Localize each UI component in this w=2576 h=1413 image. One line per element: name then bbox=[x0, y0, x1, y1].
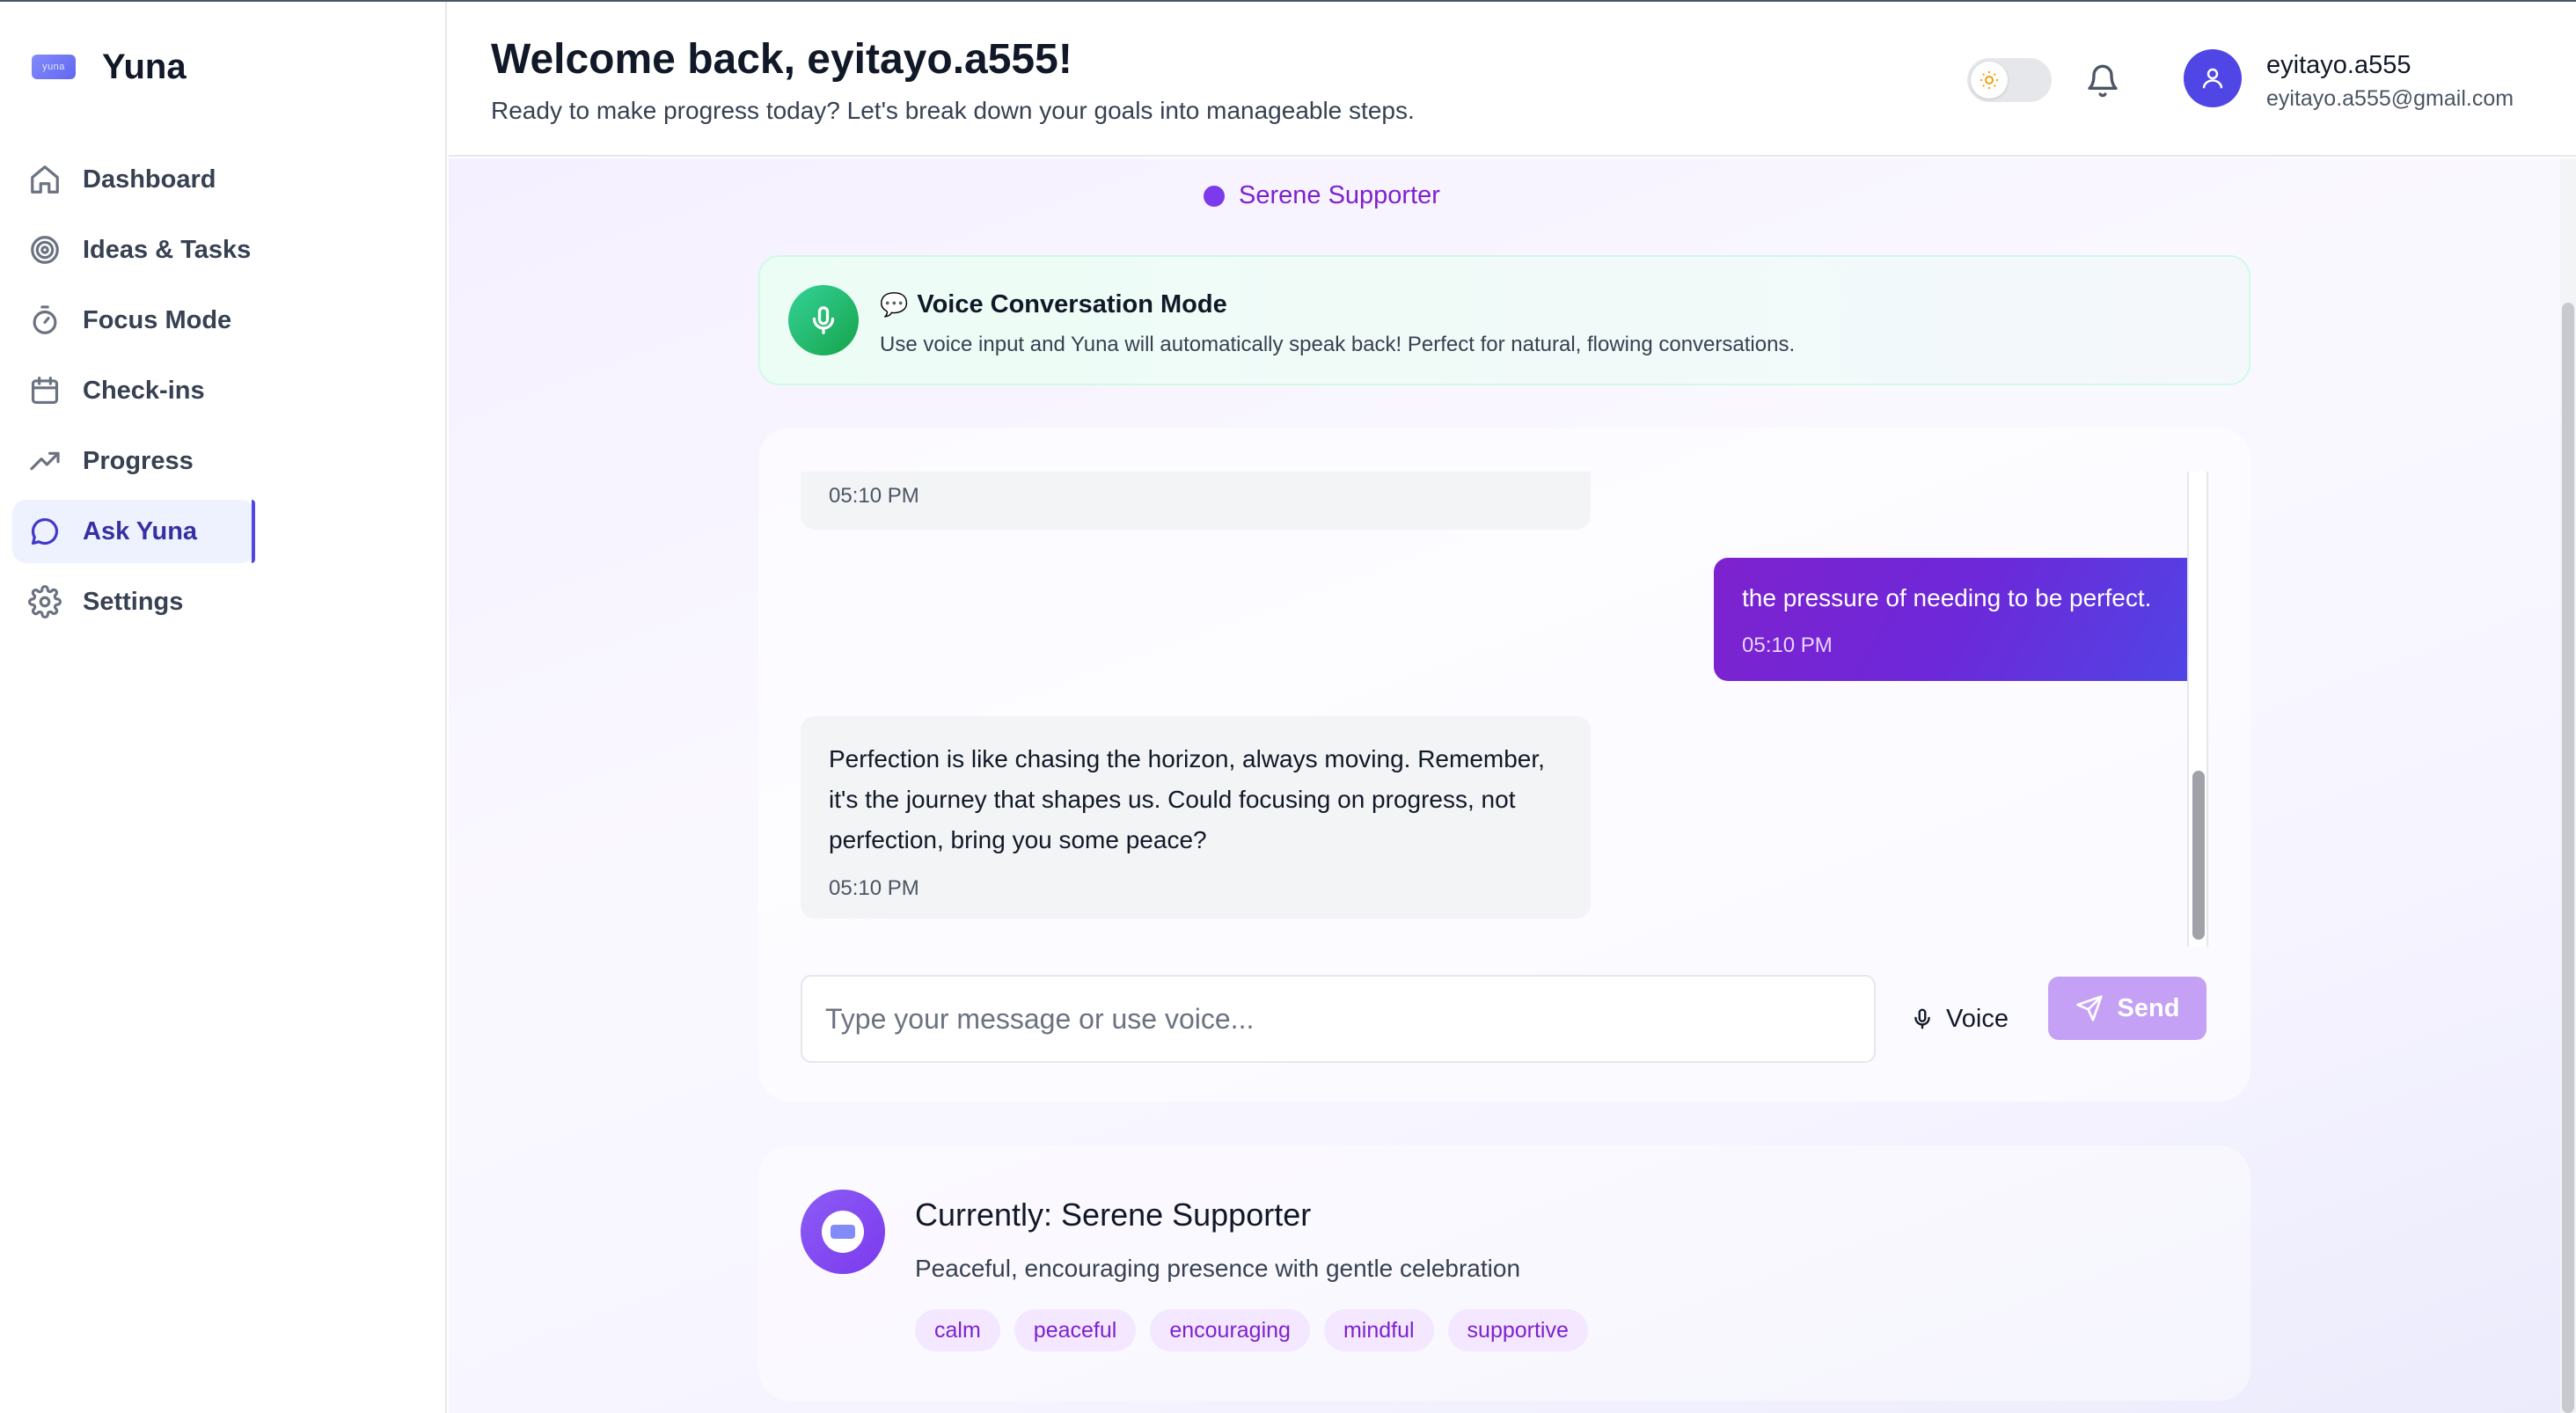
chat-messages[interactable]: 05:10 PM the pressure of needing to be p… bbox=[801, 472, 2191, 947]
voice-button-label: Voice bbox=[1946, 1004, 2009, 1033]
sidebar-item-label: Focus Mode bbox=[83, 305, 232, 334]
assistant-message: Perfection is like chasing the horizon, … bbox=[801, 716, 1591, 919]
message-time: 05:10 PM bbox=[1742, 633, 1833, 657]
current-persona-card: Currently: Serene Supporter Peaceful, en… bbox=[758, 1146, 2250, 1401]
sidebar-item-progress[interactable]: Progress bbox=[12, 429, 255, 493]
persona-label: Serene Supporter bbox=[1239, 181, 1440, 209]
sidebar-item-ask-yuna[interactable]: Ask Yuna bbox=[12, 500, 255, 563]
voice-mode-title: 💬 Voice Conversation Mode bbox=[880, 290, 1227, 319]
timer-icon bbox=[33, 305, 57, 334]
sidebar-item-label: Settings bbox=[83, 587, 184, 616]
main-content: Serene Supporter 💬 Voice Conversation Mo… bbox=[449, 158, 2576, 1413]
bell-icon bbox=[2088, 64, 2118, 98]
sidebar-item-label: Progress bbox=[83, 446, 194, 475]
persona-avatar bbox=[801, 1190, 885, 1274]
persona-tag: peaceful bbox=[1014, 1309, 1137, 1351]
yuna-logo-icon bbox=[831, 1225, 855, 1239]
persona-tags: calm peaceful encouraging mindful suppor… bbox=[915, 1309, 1602, 1351]
gear-icon bbox=[28, 585, 62, 619]
sidebar: yuna Yuna Dashboard Ideas & Tasks Focus … bbox=[0, 2, 447, 1413]
brand-name: Yuna bbox=[102, 47, 187, 86]
sidebar-item-label: Ask Yuna bbox=[83, 516, 198, 545]
send-icon bbox=[2075, 995, 2103, 1021]
message-input[interactable] bbox=[801, 975, 1876, 1063]
user-icon bbox=[2202, 68, 2223, 89]
user-email: eyitayo.a555@gmail.com bbox=[2266, 86, 2514, 111]
send-button-label: Send bbox=[2117, 993, 2180, 1022]
page-scrollbar[interactable] bbox=[2560, 158, 2576, 1413]
sidebar-nav: Dashboard Ideas & Tasks Focus Mode Check… bbox=[12, 148, 435, 641]
sidebar-item-dashboard[interactable]: Dashboard bbox=[12, 148, 255, 211]
chat-scrollbar[interactable] bbox=[2187, 472, 2208, 947]
trending-up-icon bbox=[30, 451, 60, 471]
sidebar-item-label: Dashboard bbox=[83, 165, 216, 194]
message-time: 05:10 PM bbox=[829, 876, 919, 900]
voice-mode-mic[interactable] bbox=[788, 285, 859, 355]
message-text: Perfection is like chasing the horizon, … bbox=[829, 745, 1545, 853]
persona-tag: encouraging bbox=[1150, 1309, 1310, 1351]
sun-icon bbox=[1980, 71, 1998, 89]
target-icon bbox=[31, 236, 59, 264]
voice-mode-title-text: Voice Conversation Mode bbox=[917, 290, 1227, 318]
message-text: the pressure of needing to be perfect. bbox=[1742, 584, 2152, 611]
current-persona-title: Currently: Serene Supporter bbox=[915, 1197, 1312, 1233]
brand[interactable]: yuna Yuna bbox=[32, 40, 187, 93]
sidebar-item-label: Ideas & Tasks bbox=[83, 235, 252, 264]
voice-mode-description: Use voice input and Yuna will automatica… bbox=[880, 333, 1796, 356]
user-name: eyitayo.a555 bbox=[2266, 51, 2411, 79]
user-message: the pressure of needing to be perfect. 0… bbox=[1714, 558, 2191, 681]
chat-bubble-icon bbox=[31, 517, 58, 545]
sidebar-item-ideas-tasks[interactable]: Ideas & Tasks bbox=[12, 218, 255, 282]
speech-balloon-icon: 💬 bbox=[880, 291, 909, 318]
microphone-icon bbox=[1914, 1008, 1930, 1029]
send-button[interactable]: Send bbox=[2048, 977, 2206, 1040]
persona-tag: supportive bbox=[1447, 1309, 1588, 1351]
theme-toggle[interactable] bbox=[1967, 58, 2052, 102]
avatar[interactable] bbox=[2184, 49, 2242, 107]
calendar-icon bbox=[31, 377, 59, 405]
home-icon bbox=[31, 165, 59, 194]
microphone-icon bbox=[812, 306, 835, 334]
persona-indicator: Serene Supporter bbox=[1204, 181, 1440, 210]
page-subtitle: Ready to make progress today? Let's brea… bbox=[491, 97, 1415, 124]
top-header: Welcome back, eyitayo.a555! Ready to mak… bbox=[449, 2, 2576, 157]
persona-tag: calm bbox=[915, 1309, 1000, 1351]
page-scrollbar-thumb[interactable] bbox=[2562, 303, 2574, 1413]
message-time: 05:10 PM bbox=[829, 484, 919, 508]
voice-button[interactable]: Voice bbox=[1911, 992, 2009, 1045]
current-persona-description: Peaceful, encouraging presence with gent… bbox=[915, 1255, 1521, 1282]
chat-panel: 05:10 PM the pressure of needing to be p… bbox=[758, 428, 2250, 1102]
sidebar-item-settings[interactable]: Settings bbox=[12, 570, 255, 633]
persona-avatar-inner bbox=[822, 1211, 864, 1253]
brand-logo: yuna bbox=[32, 55, 76, 79]
notifications-button[interactable] bbox=[2085, 63, 2120, 99]
toggle-knob bbox=[1971, 62, 2008, 99]
sidebar-item-check-ins[interactable]: Check-ins bbox=[12, 359, 255, 422]
sidebar-item-focus-mode[interactable]: Focus Mode bbox=[12, 289, 255, 352]
assistant-message: 05:10 PM bbox=[801, 472, 1591, 530]
persona-dot bbox=[1204, 185, 1225, 207]
persona-tag: mindful bbox=[1323, 1309, 1434, 1351]
page-title: Welcome back, eyitayo.a555! bbox=[491, 36, 1072, 83]
voice-mode-banner: 💬 Voice Conversation Mode Use voice inpu… bbox=[758, 255, 2250, 385]
sidebar-item-label: Check-ins bbox=[83, 376, 205, 405]
chat-scrollbar-thumb[interactable] bbox=[2192, 771, 2205, 940]
